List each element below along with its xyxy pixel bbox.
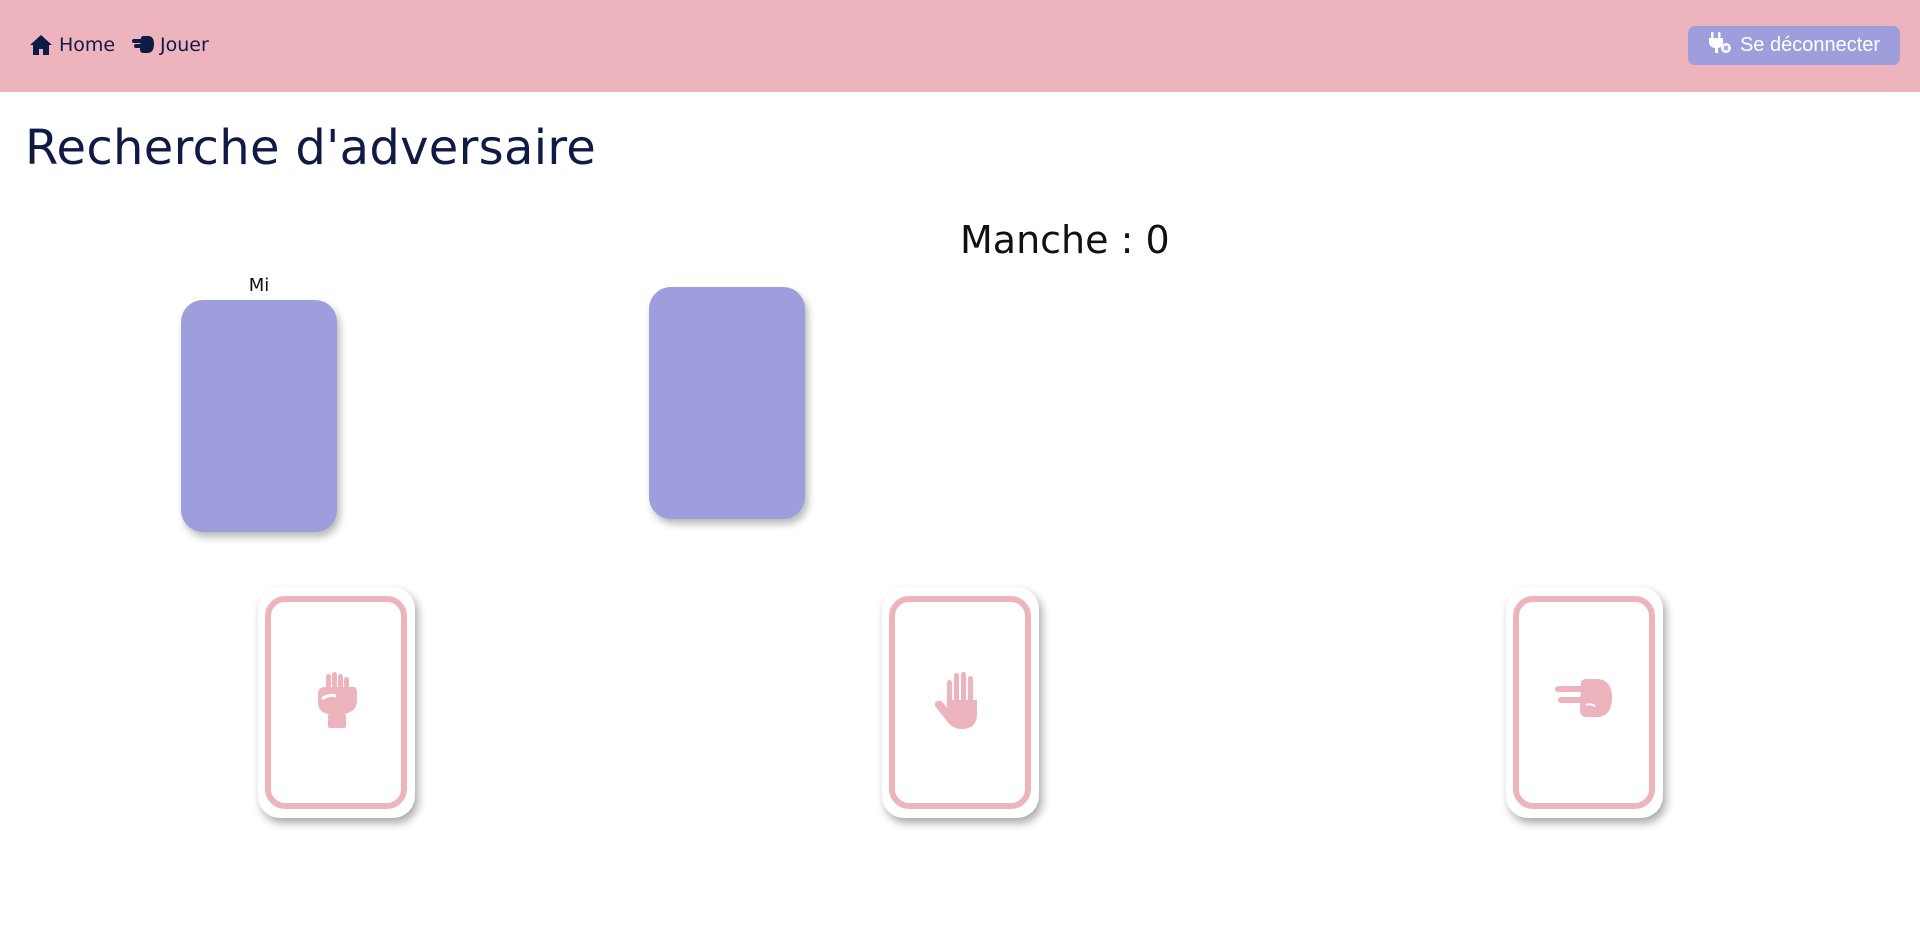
opponent-facedown-card (649, 287, 805, 519)
logout-label: Se déconnecter (1739, 34, 1881, 56)
nav-play-link[interactable]: Jouer (132, 32, 209, 58)
page-title: Recherche d'adversaire (25, 120, 597, 176)
hand-scissors-icon (132, 36, 154, 54)
scissors-card[interactable] (1506, 587, 1663, 818)
paper-card[interactable] (882, 587, 1039, 818)
fist-rock-icon (314, 671, 358, 734)
nav-home-label: Home (59, 34, 116, 56)
rock-card-frame (265, 596, 407, 809)
logout-button[interactable]: Se déconnecter (1688, 26, 1900, 65)
home-icon (29, 34, 53, 56)
scissors-card-frame (1513, 596, 1655, 809)
hand-paper-icon (934, 671, 986, 734)
nav-home-link[interactable]: Home (29, 32, 115, 58)
rock-card[interactable] (258, 587, 415, 818)
hand-scissors-icon (1555, 678, 1613, 727)
nav-play-label: Jouer (160, 34, 209, 56)
paper-card-frame (889, 596, 1031, 809)
navbar: Home Jouer Se déconnecter (0, 0, 1920, 92)
plug-icon (1708, 31, 1732, 61)
player-name: Mi (248, 275, 270, 296)
round-counter: Manche : 0 (960, 218, 1170, 262)
player-facedown-card (181, 300, 337, 532)
